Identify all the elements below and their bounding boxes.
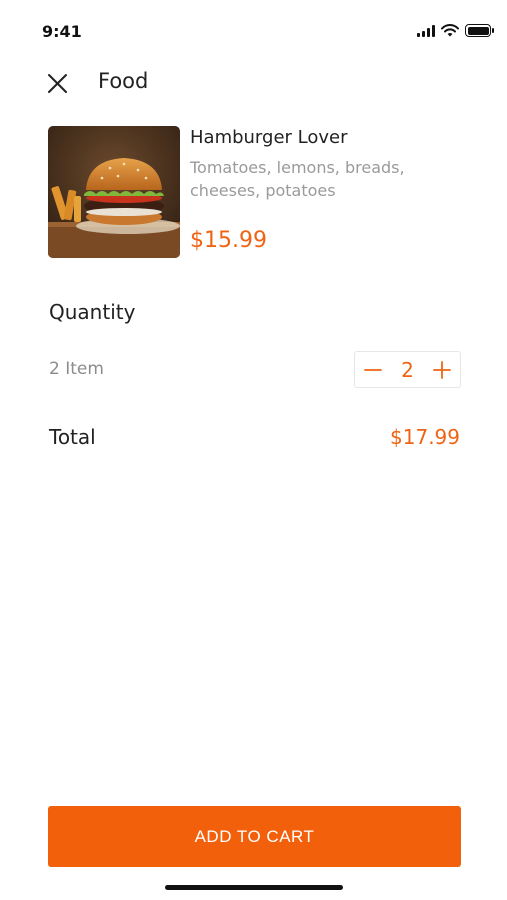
add-to-cart-button[interactable]: ADD TO CART — [48, 806, 461, 867]
page-title: Food — [98, 69, 149, 93]
signal-icon — [417, 24, 435, 37]
status-icons — [417, 24, 494, 37]
total-label: Total — [49, 425, 96, 449]
hamburger-photo — [48, 126, 180, 258]
battery-icon — [465, 24, 494, 37]
decrement-button[interactable] — [363, 360, 383, 380]
food-detail-screen: 9:41 Food Hamburger Lover Tomatoes, lemo… — [0, 0, 507, 900]
item-count-label: 2 Item — [49, 359, 104, 379]
plus-icon — [433, 360, 451, 379]
close-icon — [48, 74, 67, 93]
close-button[interactable] — [44, 70, 72, 98]
quantity-value: 2 — [401, 357, 414, 382]
product-price: $15.99 — [190, 228, 267, 253]
status-time: 9:41 — [42, 22, 82, 41]
quantity-heading: Quantity — [49, 300, 136, 324]
product-description: Tomatoes, lemons, breads, cheeses, potat… — [190, 158, 405, 200]
increment-button[interactable] — [432, 360, 452, 380]
product-name: Hamburger Lover — [190, 127, 348, 148]
wifi-icon — [441, 24, 459, 37]
total-value: $17.99 — [390, 425, 460, 449]
home-indicator[interactable] — [165, 885, 343, 890]
quantity-stepper: 2 — [354, 351, 461, 388]
product-image — [48, 126, 180, 258]
minus-icon — [364, 368, 382, 371]
